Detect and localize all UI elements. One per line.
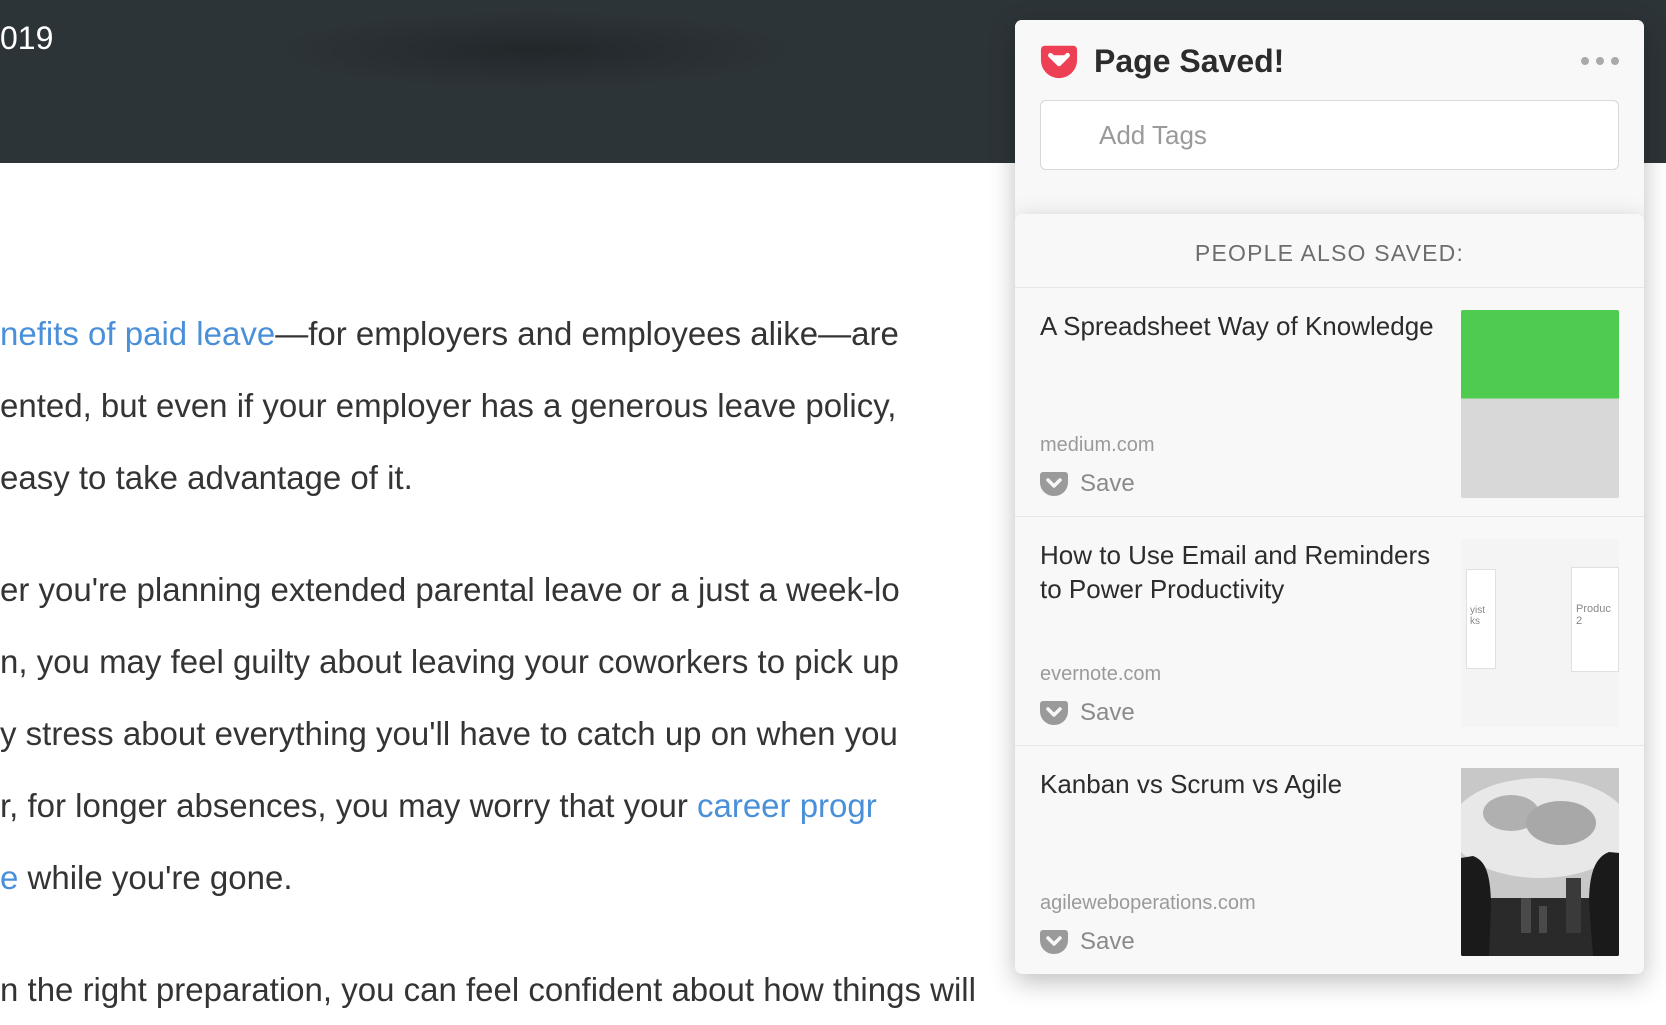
recommendation-save-label: Save	[1080, 470, 1135, 498]
article-paragraph-3: n the right preparation, you can feel co…	[0, 954, 1030, 1025]
article-text: —for employers and employees alike—are	[275, 315, 899, 352]
add-tags-input[interactable]	[1040, 100, 1619, 170]
article-text: er you're planning extended parental lea…	[0, 571, 900, 608]
recommendation-source: agileweboperations.com	[1040, 892, 1441, 915]
career-progress-link-cont[interactable]: e	[0, 859, 18, 896]
recommendation-thumbnail	[1461, 768, 1619, 956]
article-text: n, you may feel guilty about leaving you…	[0, 643, 899, 680]
recommendation-item[interactable]: A Spreadsheet Way of Knowledge medium.co…	[1015, 288, 1644, 517]
saved-section: Page Saved!	[1015, 20, 1644, 192]
recommendation-info: How to Use Email and Reminders to Power …	[1040, 539, 1441, 727]
recommendation-save-label: Save	[1080, 928, 1135, 956]
pocket-save-icon	[1040, 929, 1068, 955]
dot-icon	[1596, 57, 1604, 65]
article-text: n the right preparation, you can feel co…	[0, 971, 976, 1008]
pocket-save-icon	[1040, 700, 1068, 726]
header-shadow	[270, 10, 800, 90]
recommendation-save-label: Save	[1080, 699, 1135, 727]
recommendation-thumbnail: yist ks Produc 2	[1461, 539, 1619, 727]
dot-icon	[1611, 57, 1619, 65]
recommendation-title: How to Use Email and Reminders to Power …	[1040, 539, 1441, 607]
recommendation-title: Kanban vs Scrum vs Agile	[1040, 768, 1441, 802]
article-text: easy to take advantage of it.	[0, 459, 413, 496]
recommendation-save-button[interactable]: Save	[1040, 470, 1441, 498]
dot-icon	[1581, 57, 1589, 65]
recommendation-source: evernote.com	[1040, 663, 1441, 686]
recommendation-thumbnail	[1461, 310, 1619, 498]
recommendations-panel: PEOPLE ALSO SAVED: A Spreadsheet Way of …	[1015, 214, 1644, 974]
thumb-card: yist ks	[1466, 569, 1496, 669]
recommendation-info: A Spreadsheet Way of Knowledge medium.co…	[1040, 310, 1441, 498]
article-text: y stress about everything you'll have to…	[0, 715, 898, 752]
more-options-button[interactable]	[1581, 57, 1619, 65]
recommendation-title: A Spreadsheet Way of Knowledge	[1040, 310, 1441, 344]
recommendation-item[interactable]: How to Use Email and Reminders to Power …	[1015, 517, 1644, 746]
pocket-save-panel: Page Saved! PEOPLE ALSO SAVED: A Spreads…	[1015, 20, 1644, 974]
pocket-save-icon	[1040, 471, 1068, 497]
page-saved-title: Page Saved!	[1094, 43, 1284, 80]
recommendation-item[interactable]: Kanban vs Scrum vs Agile agileweboperati…	[1015, 746, 1644, 974]
recommendation-save-button[interactable]: Save	[1040, 699, 1441, 727]
recommendation-save-button[interactable]: Save	[1040, 928, 1441, 956]
article-paragraph-2: er you're planning extended parental lea…	[0, 554, 1030, 914]
pocket-logo-icon	[1040, 42, 1078, 80]
article-body: nefits of paid leave—for employers and e…	[0, 163, 1030, 1025]
paid-leave-link[interactable]: nefits of paid leave	[0, 315, 275, 352]
thumb-card: Produc 2	[1571, 567, 1619, 672]
recommendation-info: Kanban vs Scrum vs Agile agileweboperati…	[1040, 768, 1441, 956]
saved-header: Page Saved!	[1040, 42, 1619, 80]
article-paragraph-1: nefits of paid leave—for employers and e…	[0, 298, 1030, 514]
article-text: while you're gone.	[18, 859, 292, 896]
article-text: r, for longer absences, you may worry th…	[0, 787, 697, 824]
saved-header-left: Page Saved!	[1040, 42, 1284, 80]
article-text: ented, but even if your employer has a g…	[0, 387, 896, 424]
career-progress-link[interactable]: career progr	[697, 787, 877, 824]
header-year-fragment: 019	[0, 20, 53, 57]
recommendation-source: medium.com	[1040, 434, 1441, 457]
recommendations-header: PEOPLE ALSO SAVED:	[1015, 214, 1644, 288]
